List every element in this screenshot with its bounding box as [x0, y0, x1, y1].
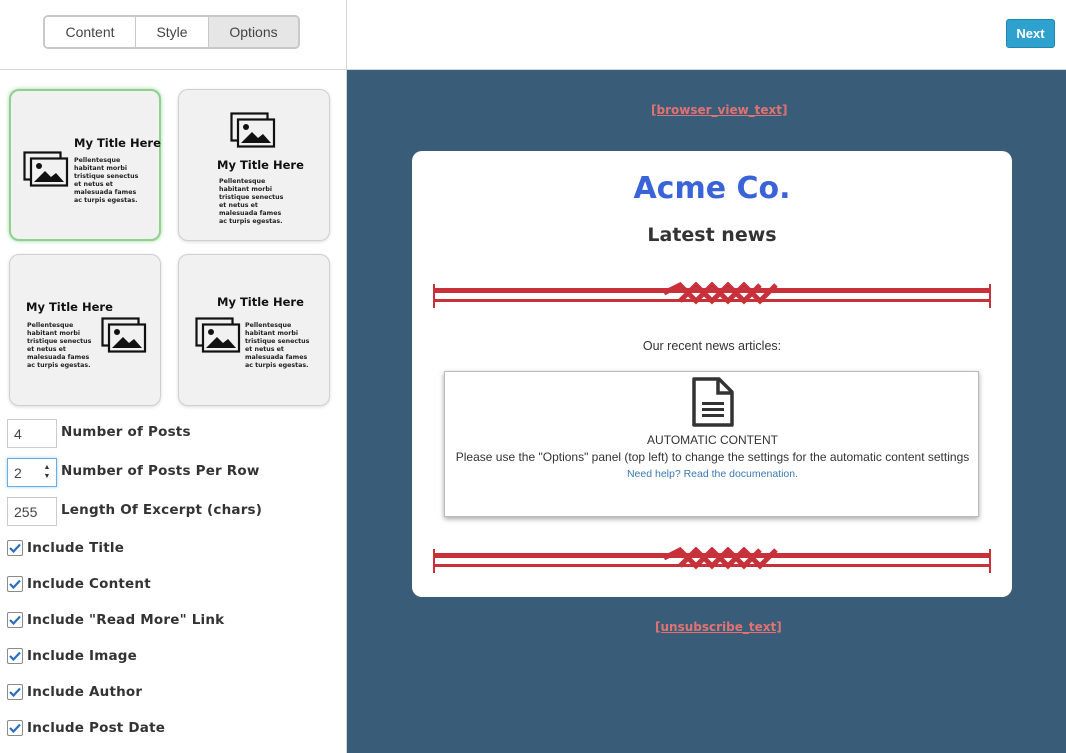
include-image-label: Include Image	[27, 648, 138, 664]
include-post-date-label: Include Post Date	[27, 720, 166, 736]
checkmark-icon	[9, 543, 21, 553]
checkbox-row-content: Include Content	[7, 576, 151, 592]
layout-body: Pellentesque habitant morbi tristique se…	[74, 157, 139, 204]
browser-view-link[interactable]: [browser_view_text]	[651, 103, 788, 117]
layout-body: Pellentesque habitant morbi tristique se…	[27, 322, 92, 369]
option-excerpt-length: 255 Length Of Excerpt (chars)	[7, 497, 262, 526]
layout-option-image-left[interactable]: My Title Here Pellentesque habitant morb…	[9, 89, 161, 241]
automatic-content-block[interactable]: AUTOMATIC CONTENT Please use the "Option…	[444, 371, 979, 517]
document-icon	[692, 377, 734, 427]
next-button[interactable]: Next	[1006, 19, 1055, 48]
checkmark-icon	[9, 615, 21, 625]
automatic-content-title: AUTOMATIC CONTENT	[647, 433, 778, 447]
top-toolbar: Next	[347, 0, 1066, 70]
email-preview: [browser_view_text] Acme Co. Latest news…	[347, 70, 1066, 753]
checkmark-icon	[9, 651, 21, 661]
image-icon	[101, 317, 147, 353]
checkmark-icon	[9, 579, 21, 589]
posts-per-row-label: Number of Posts Per Row	[61, 462, 260, 479]
company-name: Acme Co.	[633, 171, 791, 206]
option-posts-per-row: 2 ▲ ▼ Number of Posts Per Row	[7, 458, 260, 487]
option-number-of-posts: 4 Number of Posts	[7, 419, 191, 448]
layout-option-image-top[interactable]: My Title Here Pellentesque habitant morb…	[178, 89, 330, 241]
tab-bar: Content Style Options	[0, 0, 347, 70]
layout-title: My Title Here	[26, 300, 113, 314]
tab-group: Content Style Options	[43, 15, 300, 49]
intro-text: Our recent news articles:	[642, 339, 782, 353]
decorative-divider-bottom	[433, 547, 991, 573]
excerpt-length-label: Length Of Excerpt (chars)	[61, 501, 263, 518]
checkbox-row-image: Include Image	[7, 648, 137, 664]
spinner-arrows-icon[interactable]: ▲ ▼	[42, 463, 52, 483]
layout-title: My Title Here	[217, 158, 304, 172]
help-link[interactable]: Need help? Read the documenation.	[445, 468, 980, 480]
checkmark-icon	[9, 687, 21, 697]
tab-style[interactable]: Style	[136, 17, 209, 47]
include-content-checkbox[interactable]	[7, 576, 23, 592]
posts-per-row-input[interactable]: 2 ▲ ▼	[7, 458, 57, 487]
layout-option-image-right[interactable]: My Title Here Pellentesque habitant morb…	[9, 254, 161, 406]
include-author-checkbox[interactable]	[7, 684, 23, 700]
layout-title: My Title Here	[74, 136, 161, 150]
automatic-content-description: Please use the "Options" panel (top left…	[455, 450, 970, 464]
include-title-label: Include Title	[27, 540, 125, 556]
excerpt-length-input[interactable]: 255	[7, 497, 57, 526]
decorative-divider-top	[433, 282, 991, 308]
include-post-date-checkbox[interactable]	[7, 720, 23, 736]
checkbox-row-title: Include Title	[7, 540, 124, 556]
image-icon	[230, 112, 276, 148]
tab-options[interactable]: Options	[209, 17, 298, 47]
layout-option-title-top[interactable]: My Title Here Pellentesque habitant morb…	[178, 254, 330, 406]
checkbox-row-read-more: Include "Read More" Link	[7, 612, 224, 628]
layout-body: Pellentesque habitant morbi tristique se…	[219, 178, 284, 225]
email-body: Acme Co. Latest news Our recent news art…	[412, 151, 1012, 597]
layout-body: Pellentesque habitant morbi tristique se…	[245, 322, 310, 369]
posts-per-row-value: 2	[14, 464, 22, 481]
image-icon	[23, 151, 69, 187]
unsubscribe-link[interactable]: [unsubscribe_text]	[655, 620, 782, 634]
include-read-more-label: Include "Read More" Link	[27, 612, 225, 628]
include-title-checkbox[interactable]	[7, 540, 23, 556]
checkbox-row-author: Include Author	[7, 684, 142, 700]
include-content-label: Include Content	[27, 576, 151, 592]
number-of-posts-input[interactable]: 4	[7, 419, 57, 448]
include-read-more-checkbox[interactable]	[7, 612, 23, 628]
number-of-posts-label: Number of Posts	[61, 423, 191, 440]
image-icon	[195, 317, 241, 353]
options-panel: Content Style Options My Title Here Pell…	[0, 0, 347, 753]
checkmark-icon	[9, 723, 21, 733]
tab-content[interactable]: Content	[45, 17, 136, 47]
layout-title: My Title Here	[217, 295, 304, 309]
include-image-checkbox[interactable]	[7, 648, 23, 664]
include-author-label: Include Author	[27, 684, 143, 700]
checkbox-row-post-date: Include Post Date	[7, 720, 165, 736]
headline: Latest news	[647, 224, 777, 246]
